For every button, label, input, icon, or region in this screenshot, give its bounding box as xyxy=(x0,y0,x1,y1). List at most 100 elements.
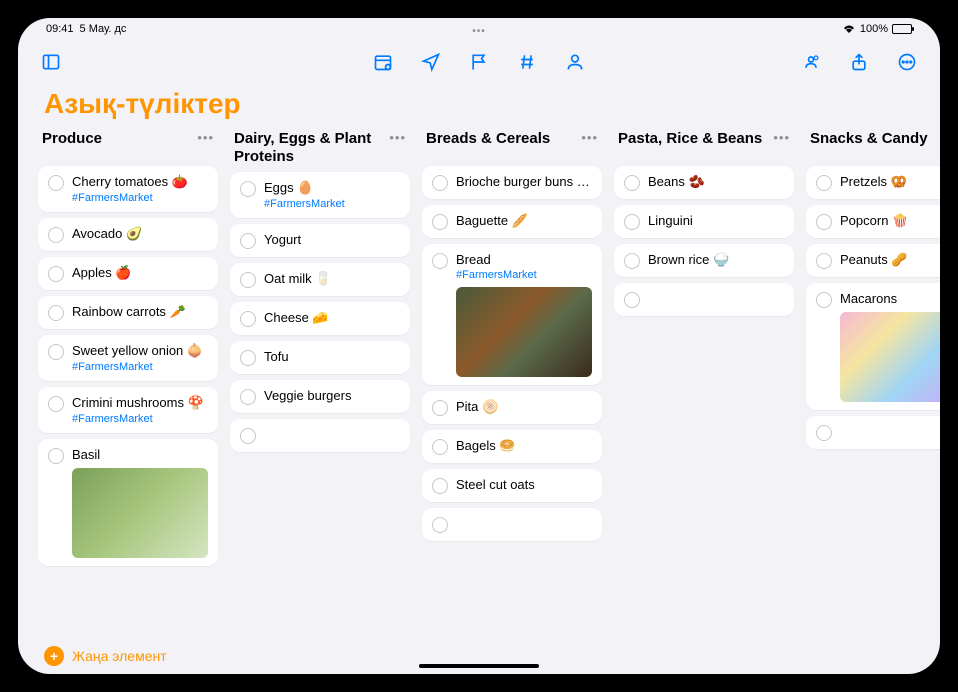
item-body xyxy=(840,424,940,441)
item-body: Avocado 🥑 xyxy=(72,226,208,243)
list-item[interactable]: Brown rice 🍚 xyxy=(614,244,794,277)
sidebar-icon[interactable] xyxy=(38,49,64,75)
home-indicator[interactable] xyxy=(419,664,539,668)
checkbox-circle[interactable] xyxy=(240,272,256,288)
list-item[interactable]: Pita 🫓 xyxy=(422,391,602,424)
checkbox-circle[interactable] xyxy=(816,425,832,441)
hashtag-icon[interactable] xyxy=(514,49,540,75)
checkbox-circle[interactable] xyxy=(624,253,640,269)
checkbox-circle[interactable] xyxy=(432,439,448,455)
item-label: Popcorn 🍿 xyxy=(840,213,940,229)
item-tag[interactable]: #FarmersMarket xyxy=(72,413,208,425)
items-list: Cherry tomatoes 🍅 #FarmersMarket Avocado 🥑… xyxy=(38,166,218,566)
item-body: Bread#FarmersMarket xyxy=(456,252,592,377)
checkbox-circle[interactable] xyxy=(48,305,64,321)
columns-container[interactable]: Produce•••Cherry tomatoes 🍅#FarmersMarke… xyxy=(18,130,940,636)
list-item[interactable]: Beans 🫘 xyxy=(614,166,794,199)
calendar-icon[interactable] xyxy=(370,49,396,75)
list-item[interactable]: Cheese 🧀 xyxy=(230,302,410,335)
list-item[interactable]: Crimini mushrooms 🍄 #FarmersMarket xyxy=(38,387,218,433)
checkbox-circle[interactable] xyxy=(240,428,256,444)
list-item[interactable]: Cherry tomatoes 🍅 #FarmersMarket xyxy=(38,166,218,212)
checkbox-circle[interactable] xyxy=(240,389,256,405)
checkbox-circle[interactable] xyxy=(432,400,448,416)
list-item[interactable]: Eggs 🥚#FarmersMarket xyxy=(230,172,410,218)
item-tag[interactable]: #FarmersMarket xyxy=(456,269,592,281)
checkbox-circle[interactable] xyxy=(432,214,448,230)
checkbox-circle[interactable] xyxy=(432,478,448,494)
column-more-icon[interactable]: ••• xyxy=(773,130,790,145)
multitask-dots[interactable]: ••• xyxy=(472,26,486,37)
checkbox-circle[interactable] xyxy=(624,292,640,308)
checkbox-circle[interactable] xyxy=(432,175,448,191)
item-tag[interactable]: #FarmersMarket xyxy=(264,198,400,210)
checkbox-circle[interactable] xyxy=(624,214,640,230)
list-item[interactable]: Avocado 🥑 xyxy=(38,218,218,251)
list-item[interactable]: Veggie burgers xyxy=(230,380,410,413)
collaborate-icon[interactable] xyxy=(798,49,824,75)
add-item-button[interactable]: + Жаңа элемент xyxy=(18,636,940,674)
checkbox-circle[interactable] xyxy=(48,448,64,464)
list-item[interactable]: Steel cut oats xyxy=(422,469,602,502)
checkbox-circle[interactable] xyxy=(432,517,448,533)
more-icon[interactable] xyxy=(894,49,920,75)
checkbox-circle[interactable] xyxy=(48,227,64,243)
list-item[interactable]: Basil xyxy=(38,439,218,566)
item-tag[interactable]: #FarmersMarket xyxy=(72,192,208,204)
list-item[interactable]: Popcorn 🍿 xyxy=(806,205,940,238)
checkbox-circle[interactable] xyxy=(816,214,832,230)
checkbox-circle[interactable] xyxy=(816,253,832,269)
list-item[interactable] xyxy=(806,416,940,449)
list-item[interactable]: Apples 🍎 xyxy=(38,257,218,290)
list-item[interactable]: Rainbow carrots 🥕 xyxy=(38,296,218,329)
item-tag[interactable]: #FarmersMarket xyxy=(72,361,208,373)
item-label: Cheese 🧀 xyxy=(264,310,400,326)
checkbox-circle[interactable] xyxy=(816,292,832,308)
checkbox-circle[interactable] xyxy=(816,175,832,191)
list-item[interactable]: Pretzels 🥨 xyxy=(806,166,940,199)
item-body: Brown rice 🍚 xyxy=(648,252,784,269)
checkbox-circle[interactable] xyxy=(240,350,256,366)
list-item[interactable]: Tofu xyxy=(230,341,410,374)
item-body: Veggie burgers xyxy=(264,388,400,405)
item-body: Brioche burger buns 🍔 xyxy=(456,174,592,191)
checkbox-circle[interactable] xyxy=(432,253,448,269)
list-item[interactable]: Baguette 🥖 xyxy=(422,205,602,238)
checkbox-circle[interactable] xyxy=(240,181,256,197)
share-icon[interactable] xyxy=(846,49,872,75)
checkbox-circle[interactable] xyxy=(240,311,256,327)
list-item[interactable]: Brioche burger buns 🍔 xyxy=(422,166,602,199)
column-title: Dairy, Eggs & Plant Proteins xyxy=(234,130,389,166)
list-item[interactable]: Macarons xyxy=(806,283,940,410)
checkbox-circle[interactable] xyxy=(624,175,640,191)
items-list: Eggs 🥚#FarmersMarket Yogurt Oat milk 🥛 Chee… xyxy=(230,172,410,452)
item-body: Macarons xyxy=(840,291,940,402)
list-item[interactable]: Yogurt xyxy=(230,224,410,257)
column-more-icon[interactable]: ••• xyxy=(581,130,598,145)
list-item[interactable]: Bagels 🥯 xyxy=(422,430,602,463)
location-icon[interactable] xyxy=(418,49,444,75)
person-icon[interactable] xyxy=(562,49,588,75)
device-frame: ••• 09:41 5 Мау. дс 100% xyxy=(0,0,958,692)
checkbox-circle[interactable] xyxy=(48,266,64,282)
column-more-icon[interactable]: ••• xyxy=(197,130,214,145)
flag-icon[interactable] xyxy=(466,49,492,75)
column-more-icon[interactable]: ••• xyxy=(389,130,406,145)
item-body: Bagels 🥯 xyxy=(456,438,592,455)
item-label: Crimini mushrooms 🍄 xyxy=(72,395,208,411)
list-item[interactable]: Oat milk 🥛 xyxy=(230,263,410,296)
list-item[interactable] xyxy=(614,283,794,316)
item-label: Cherry tomatoes 🍅 xyxy=(72,174,208,190)
list-item[interactable]: Linguini xyxy=(614,205,794,238)
item-body: Popcorn 🍿 xyxy=(840,213,940,230)
checkbox-circle[interactable] xyxy=(48,396,64,412)
list-item[interactable]: Sweet yellow onion 🧅#FarmersMarket xyxy=(38,335,218,381)
list-item[interactable] xyxy=(230,419,410,452)
list-item[interactable]: Peanuts 🥜 xyxy=(806,244,940,277)
list-item[interactable]: Bread#FarmersMarket xyxy=(422,244,602,385)
checkbox-circle[interactable] xyxy=(48,344,64,360)
column: Dairy, Eggs & Plant Proteins••• Eggs 🥚#Fa… xyxy=(230,130,410,636)
list-item[interactable] xyxy=(422,508,602,541)
checkbox-circle[interactable] xyxy=(240,233,256,249)
checkbox-circle[interactable] xyxy=(48,175,64,191)
